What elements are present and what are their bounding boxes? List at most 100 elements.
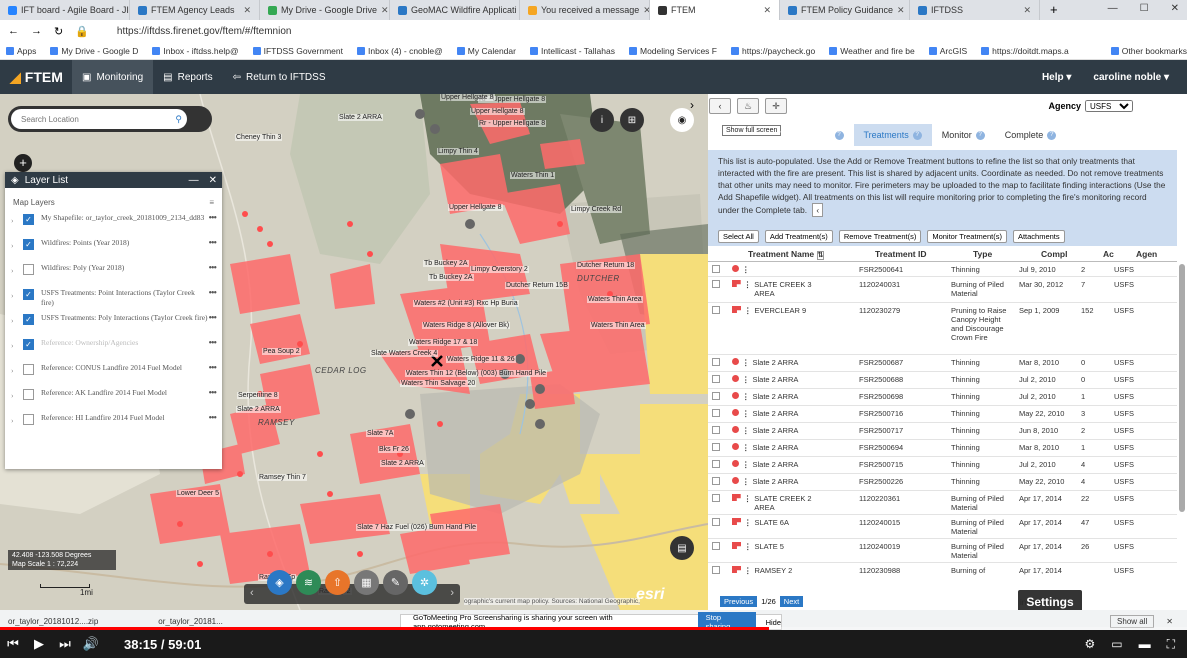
layer-checkbox[interactable]: ✓ <box>23 314 34 325</box>
layer-item[interactable]: › Wildfires: Poly (Year 2018) ••• <box>5 263 222 288</box>
layer-item[interactable]: › Reference: CONUS Landfire 2014 Fuel Mod… <box>5 363 222 388</box>
expand-arrow-icon[interactable]: › <box>11 288 19 300</box>
layer-options-icon[interactable]: ••• <box>208 238 216 249</box>
layer-checkbox[interactable] <box>23 389 34 400</box>
map-view[interactable]: Rr - Upper Hellgate 8 Upper Hellgate 8 Rr … <box>0 94 708 610</box>
bookmark-item[interactable]: Inbox (4) - cnoble@ <box>356 46 443 56</box>
row-menu-icon[interactable]: ⋮ <box>742 358 750 367</box>
table-scrollbar[interactable] <box>1179 264 1185 512</box>
search-icon[interactable]: ⚲ <box>175 114 182 125</box>
row-menu-icon[interactable]: ⋮ <box>744 566 752 575</box>
grid-widget-icon[interactable]: ▦ <box>354 570 379 595</box>
tab-monitor[interactable]: Monitor? <box>932 124 995 146</box>
next-icon[interactable]: ⏭ <box>52 636 78 652</box>
fire-icon[interactable]: ♨ <box>737 98 759 114</box>
table-row[interactable]: ⋮ Slate 2 ARRA FSR2500688 Thinning Jul 2,… <box>708 372 1177 389</box>
expand-arrow-icon[interactable]: › <box>11 213 19 225</box>
monitor-treatment-button[interactable]: Monitor Treatment(s) <box>927 229 1007 243</box>
previous-button[interactable]: Previous <box>720 596 758 607</box>
row-menu-icon[interactable]: ⋮ <box>742 460 750 469</box>
table-row[interactable]: ⋮ FSR2500641 Thinning Jul 9, 2010 2 USFS <box>708 262 1177 277</box>
remove-treatment-button[interactable]: Remove Treatment(s) <box>838 229 922 243</box>
new-tab-icon[interactable]: + <box>1040 0 1068 20</box>
table-row[interactable]: ⋮ SLATE CREEK 2 AREA 1120220361 Burning o… <box>708 491 1177 515</box>
row-menu-icon[interactable]: ⋮ <box>742 426 750 435</box>
reload-icon[interactable]: ↻ <box>54 25 63 38</box>
settings-gear-icon[interactable]: ✲ <box>412 570 437 595</box>
layer-list-widget-icon[interactable]: ◈ <box>267 570 292 595</box>
layers-stack-icon[interactable]: ≋ <box>296 570 321 595</box>
browser-tab[interactable]: GeoMAC Wildfire Applicati✕ <box>390 0 520 20</box>
browser-tab[interactable]: My Drive - Google Drive ✕ <box>260 0 390 20</box>
close-tab-icon[interactable]: ✕ <box>381 5 389 16</box>
bookmark-item[interactable]: My Calendar <box>456 46 516 56</box>
bookmark-item[interactable]: https://doitdt.maps.a <box>981 46 1069 56</box>
crosshair-icon[interactable]: ✛ <box>765 98 787 114</box>
row-menu-icon[interactable]: ⋮ <box>744 280 752 298</box>
expand-arrow-icon[interactable]: › <box>11 263 19 275</box>
row-menu-icon[interactable]: ⋮ <box>744 542 752 551</box>
table-row[interactable]: ⋮ SLATE 6A 1120240015 Burning of Piled Ma… <box>708 515 1177 539</box>
previous-icon[interactable]: ⏮ <box>0 636 26 652</box>
expand-arrow-icon[interactable]: › <box>11 363 19 375</box>
nav-return-iftdss[interactable]: ⇦ Return to IFTDSS <box>223 60 336 94</box>
col-treatment-id[interactable]: Treatment ID <box>853 249 961 259</box>
row-menu-icon[interactable]: ⋮ <box>742 375 750 384</box>
col-agency[interactable]: Agen <box>1136 249 1176 259</box>
layer-item[interactable]: › ✓ Wildfires: Points (Year 2018) ••• <box>5 238 222 263</box>
layer-checkbox[interactable] <box>23 414 34 425</box>
close-icon[interactable]: ✕ <box>1171 3 1179 14</box>
row-menu-icon[interactable]: ⋮ <box>742 443 750 452</box>
expand-arrow-icon[interactable]: › <box>11 313 19 325</box>
layer-item[interactable]: › ✓ USFS Treatments: Point Interactions (T… <box>5 288 222 313</box>
table-row[interactable]: ⋮ RAMSEY 2 1120230988 Burning of Apr 17, … <box>708 563 1177 580</box>
expand-arrow-icon[interactable]: › <box>11 413 19 425</box>
download-file-2[interactable]: or_taylor_20181... <box>158 617 223 626</box>
table-row[interactable]: ⋮ Slate 2 ARRA FSR2500715 Thinning Jul 2,… <box>708 457 1177 474</box>
layer-checkbox[interactable]: ✓ <box>23 239 34 250</box>
close-downloads-icon[interactable]: ✕ <box>1166 617 1173 626</box>
bookmark-item[interactable]: Apps <box>6 46 36 56</box>
row-menu-icon[interactable]: ⋮ <box>742 409 750 418</box>
layer-options-icon[interactable]: ••• <box>208 313 216 324</box>
miniplayer-icon[interactable]: ▭ <box>1111 637 1122 652</box>
browser-tab[interactable]: You received a message✕ <box>520 0 650 20</box>
maximize-icon[interactable]: ☐ <box>1140 3 1149 14</box>
toolbar-next-icon[interactable]: › <box>450 587 454 599</box>
layer-options-icon[interactable]: ••• <box>208 413 216 424</box>
help-q-icon[interactable]: ? <box>912 130 922 140</box>
layer-item[interactable]: › Reference: AK Landfire 2014 Fuel Model •… <box>5 388 222 413</box>
next-button[interactable]: Next <box>779 596 804 607</box>
layer-checkbox[interactable]: ✓ <box>23 214 34 225</box>
layer-item[interactable]: › ✓ Reference: Ownership/Agencies ••• <box>5 338 222 363</box>
table-row[interactable]: ⋮ SLATE CREEK 3 AREA 1120240031 Burning o… <box>708 277 1177 303</box>
info-icon[interactable]: i <box>590 108 614 132</box>
browser-tab[interactable]: FTEM ✕ <box>650 0 780 20</box>
row-menu-icon[interactable]: ⋮ <box>742 265 750 274</box>
bookmark-item[interactable]: My Drive - Google D <box>50 46 138 56</box>
nav-monitoring[interactable]: ▣ Monitoring <box>72 60 154 94</box>
layer-options-icon[interactable]: ••• <box>208 388 216 399</box>
browser-tab[interactable]: FTEM Agency Leads ✕ <box>130 0 260 20</box>
url-input[interactable]: https://iftdss.firenet.gov/ftem/#/ftemni… <box>117 26 292 37</box>
tab-complete[interactable]: Complete? <box>995 124 1067 146</box>
layer-checkbox[interactable] <box>23 264 34 275</box>
close-tab-icon[interactable]: ✕ <box>243 5 251 16</box>
toolbar-prev-icon[interactable]: ‹ <box>250 587 254 599</box>
back-icon[interactable]: ← <box>8 25 19 37</box>
col-treatment-name[interactable]: Treatment Name ⇅ <box>738 249 853 260</box>
tab-treatments[interactable]: Treatments? <box>853 124 932 146</box>
hide-button[interactable]: Hide <box>766 618 781 627</box>
user-menu[interactable]: caroline noble ▾ <box>1093 72 1169 83</box>
layer-item[interactable]: › Reference: HI Landfire 2014 Fuel Model •… <box>5 413 222 438</box>
table-row[interactable]: ⋮ Slate 2 ARRA FSR2500698 Thinning Jul 2,… <box>708 389 1177 406</box>
close-tab-icon[interactable]: ✕ <box>1023 5 1031 16</box>
browser-tab[interactable]: FTEM Policy Guidance ✕ <box>780 0 910 20</box>
layer-item[interactable]: › ✓ USFS Treatments: Poly Interactions (Ta… <box>5 313 222 338</box>
table-row[interactable]: ⋮ Slate 2 ARRA FSR2500687 Thinning Mar 8,… <box>708 355 1177 372</box>
minimize-panel-icon[interactable]: — <box>189 175 199 186</box>
layer-options-icon[interactable]: ••• <box>208 213 216 224</box>
basemap-icon[interactable]: ⊞ <box>620 108 644 132</box>
layer-options-icon[interactable]: ••• <box>208 363 216 374</box>
bookmark-item[interactable]: Weather and fire be <box>829 46 915 56</box>
